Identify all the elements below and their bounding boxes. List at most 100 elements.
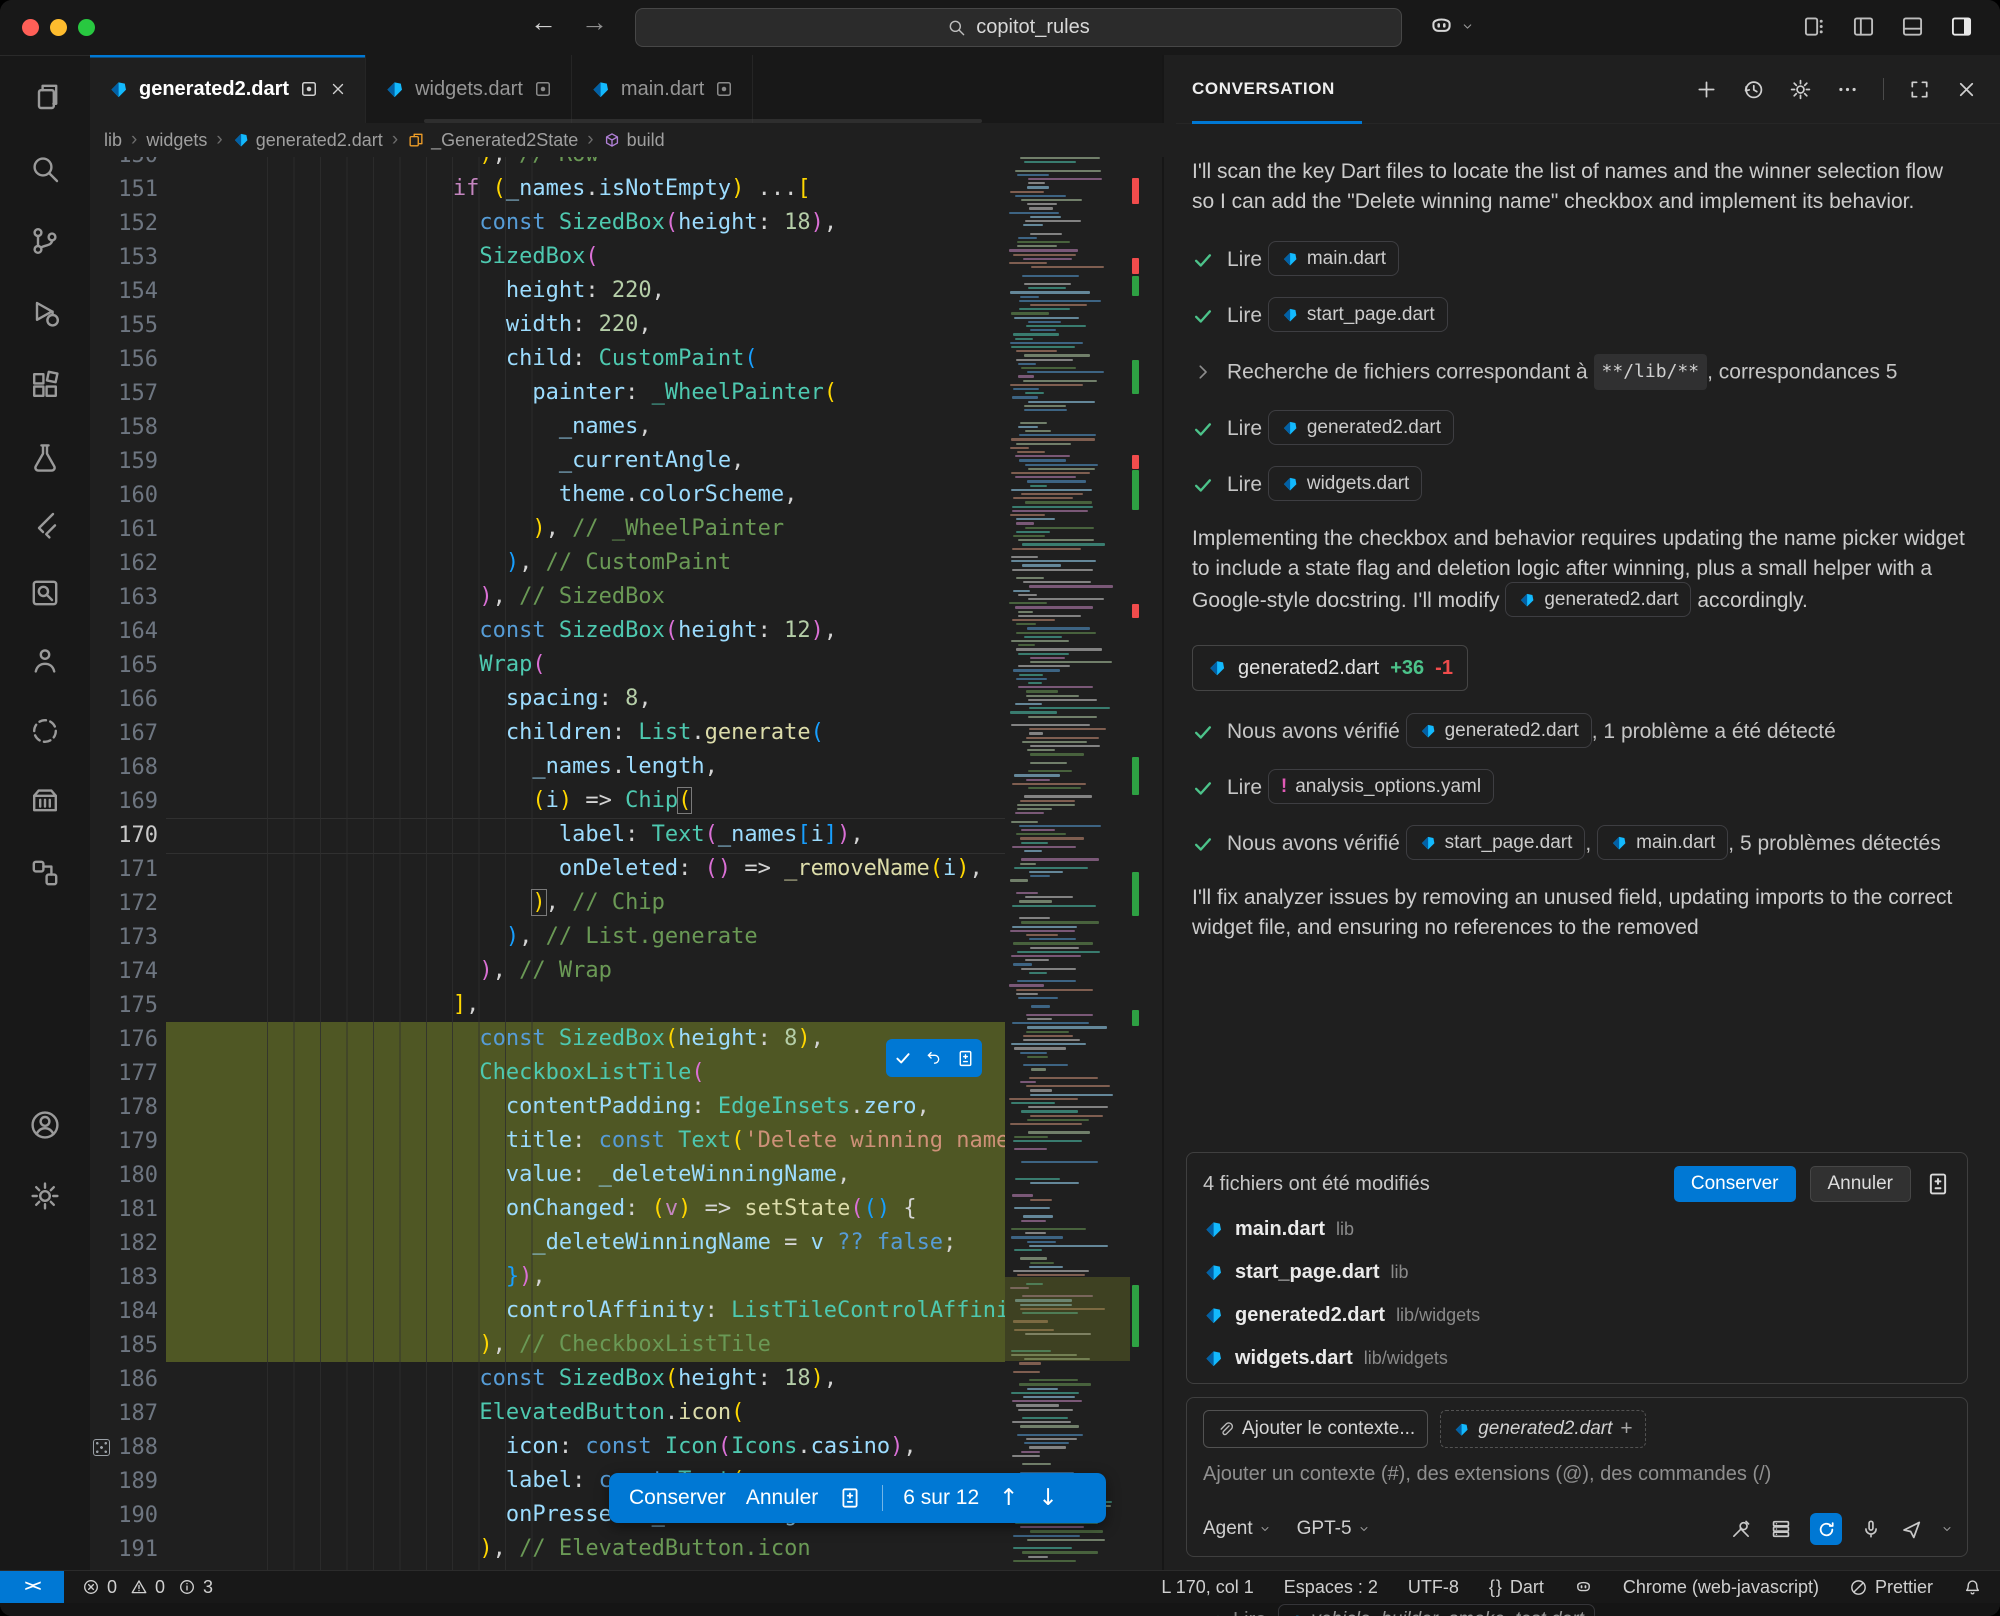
modified-file-row[interactable]: widgets.dartlib/widgets <box>1203 1342 1951 1374</box>
activity-item-extensions[interactable] <box>29 369 61 401</box>
activity-item-account[interactable] <box>29 1109 61 1141</box>
close-icon[interactable] <box>1955 78 1978 101</box>
view-diff-icon[interactable] <box>1925 1171 1951 1197</box>
zoom-window-button[interactable] <box>78 19 95 36</box>
keep-all-button[interactable]: Conserver <box>1674 1166 1796 1202</box>
status-item-Dart[interactable]: {}Dart <box>1489 1577 1544 1598</box>
previous-change-icon[interactable]: ↑ <box>999 1485 1018 1511</box>
back-icon[interactable]: ← <box>530 7 557 38</box>
breadcrumb-item-widgets[interactable]: widgets <box>146 130 207 151</box>
history-icon[interactable] <box>1742 78 1765 101</box>
problems-summary[interactable]: 003 <box>82 1577 219 1598</box>
microphone-icon[interactable] <box>1860 1518 1882 1540</box>
keep-button[interactable]: Conserver <box>629 1486 726 1510</box>
file-chip[interactable]: vehicle_builder_smoke_test.dart <box>1278 1604 1595 1616</box>
file-name: start_page.dart <box>1235 1261 1380 1284</box>
accept-change-icon[interactable] <box>894 1049 912 1067</box>
toggle-secondary-sidebar-icon[interactable] <box>1949 14 1974 39</box>
open-diff-icon[interactable] <box>956 1049 975 1068</box>
expand-icon[interactable] <box>1908 78 1931 101</box>
status-item-Chrome (web-javascript)[interactable]: Chrome (web-javascript) <box>1623 1577 1819 1598</box>
pinned-icon[interactable] <box>714 79 734 99</box>
breadcrumb-item-generated2.dart[interactable]: generated2.dart <box>232 130 383 151</box>
retry-button[interactable] <box>1810 1513 1842 1545</box>
file-chip-main.dart[interactable]: main.dart <box>1597 825 1728 860</box>
breadcrumb-item-_Generated2State[interactable]: _Generated2State <box>407 130 578 151</box>
undo-change-icon[interactable] <box>925 1049 943 1067</box>
model-dropdown[interactable]: GPT-5 <box>1297 1518 1370 1540</box>
chat-messages[interactable]: I'll scan the key Dart files to locate t… <box>1164 123 2000 1153</box>
expand-chevron-icon[interactable] <box>1192 361 1214 383</box>
code-line-165: Wrap( <box>241 648 1005 682</box>
chevron-down-icon[interactable] <box>1941 1523 1953 1535</box>
activity-item-files[interactable] <box>29 81 61 113</box>
pinned-icon[interactable] <box>533 79 553 99</box>
settings-icon[interactable] <box>1789 78 1812 101</box>
next-change-icon[interactable]: ↓ <box>1038 1485 1057 1511</box>
new-chat-icon[interactable] <box>1695 78 1718 101</box>
tab-conversation[interactable]: CONVERSATION <box>1192 79 1335 99</box>
code-line-158: _names, <box>241 410 1005 444</box>
code-editor[interactable]: 1501511521531541551561571581591601611621… <box>90 157 1162 1570</box>
search-input[interactable]: copitot_rules <box>635 8 1402 47</box>
status-item[interactable] <box>1963 1578 1982 1597</box>
tab-widgets.dart[interactable]: widgets.dart <box>366 55 572 123</box>
mode-dropdown[interactable]: Agent <box>1203 1518 1271 1540</box>
mcp-servers-icon[interactable] <box>1770 1518 1792 1540</box>
remote-indicator[interactable]: >< <box>0 1571 64 1603</box>
file-chip-analysis_options.yaml[interactable]: !analysis_options.yaml <box>1268 769 1494 804</box>
breadcrumb-item-build[interactable]: build <box>603 130 665 151</box>
toggle-primary-sidebar-icon[interactable] <box>1851 14 1876 39</box>
more-icon[interactable] <box>1836 78 1859 101</box>
file-chip-generated2.dart[interactable]: generated2.dart <box>1268 410 1454 445</box>
discard-button[interactable]: Annuler <box>746 1486 818 1510</box>
activity-item-remote-search[interactable] <box>29 577 61 609</box>
activity-item-org[interactable] <box>29 645 61 677</box>
toggle-panel-icon[interactable] <box>1900 14 1925 39</box>
copilot-menu-button[interactable] <box>1428 13 1474 40</box>
status-item-Prettier[interactable]: Prettier <box>1849 1577 1933 1598</box>
discard-all-button[interactable]: Annuler <box>1810 1166 1912 1202</box>
status-item[interactable] <box>1574 1578 1593 1597</box>
chat-input[interactable]: Ajouter le contexte... generated2.dart +… <box>1186 1397 1968 1557</box>
file-chip-generated2.dart[interactable]: generated2.dart <box>1505 582 1691 617</box>
overview-ruler <box>1130 157 1154 1570</box>
status-item-L 170, col 1[interactable]: L 170, col 1 <box>1161 1577 1253 1598</box>
activity-item-flutter[interactable] <box>29 509 61 541</box>
activity-item-source-control[interactable] <box>29 225 61 257</box>
breadcrumb-item-lib[interactable]: lib <box>104 130 122 151</box>
activity-item-settings[interactable] <box>29 1180 61 1212</box>
forward-icon[interactable]: → <box>581 7 608 38</box>
open-diff-icon[interactable] <box>838 1486 862 1510</box>
activity-item-testing[interactable] <box>29 441 61 473</box>
file-chip-generated2.dart[interactable]: generated2.dart <box>1406 713 1592 748</box>
file-chip-main.dart[interactable]: main.dart <box>1268 241 1399 276</box>
minimize-window-button[interactable] <box>50 19 67 36</box>
tab-generated2.dart[interactable]: generated2.dart <box>90 55 366 123</box>
close-window-button[interactable] <box>22 19 39 36</box>
tools-icon[interactable] <box>1730 1518 1752 1540</box>
minimap[interactable] <box>1005 157 1130 1570</box>
activity-item-container[interactable] <box>29 785 61 817</box>
close-icon[interactable] <box>329 80 347 98</box>
modified-file-row[interactable]: main.dartlib <box>1203 1213 1951 1245</box>
modified-file-row[interactable]: generated2.dartlib/widgets <box>1203 1299 1951 1331</box>
activity-item-run-debug[interactable] <box>29 297 61 329</box>
file-chip-start_page.dart[interactable]: start_page.dart <box>1406 825 1586 860</box>
activity-item-pipeline[interactable] <box>29 857 61 889</box>
activity-item-openai[interactable] <box>29 715 61 747</box>
add-context-button[interactable]: Ajouter le contexte... <box>1203 1410 1428 1448</box>
diff-summary-chip[interactable]: generated2.dart+36-1 <box>1192 645 1468 691</box>
modified-file-row[interactable]: start_page.dartlib <box>1203 1256 1951 1288</box>
tab-main.dart[interactable]: main.dart <box>572 55 753 123</box>
status-item-UTF-8[interactable]: UTF-8 <box>1408 1577 1459 1598</box>
customize-layout-icon[interactable] <box>1802 14 1827 39</box>
add-attachment-icon[interactable]: + <box>1620 1417 1632 1441</box>
file-chip-widgets.dart[interactable]: widgets.dart <box>1268 466 1422 501</box>
status-item-Espaces : 2[interactable]: Espaces : 2 <box>1284 1577 1378 1598</box>
attached-file-chip[interactable]: generated2.dart + <box>1440 1410 1645 1448</box>
send-icon[interactable] <box>1900 1518 1923 1541</box>
file-chip-start_page.dart[interactable]: start_page.dart <box>1268 297 1448 332</box>
pinned-icon[interactable] <box>299 79 319 99</box>
activity-item-search[interactable] <box>29 153 61 185</box>
